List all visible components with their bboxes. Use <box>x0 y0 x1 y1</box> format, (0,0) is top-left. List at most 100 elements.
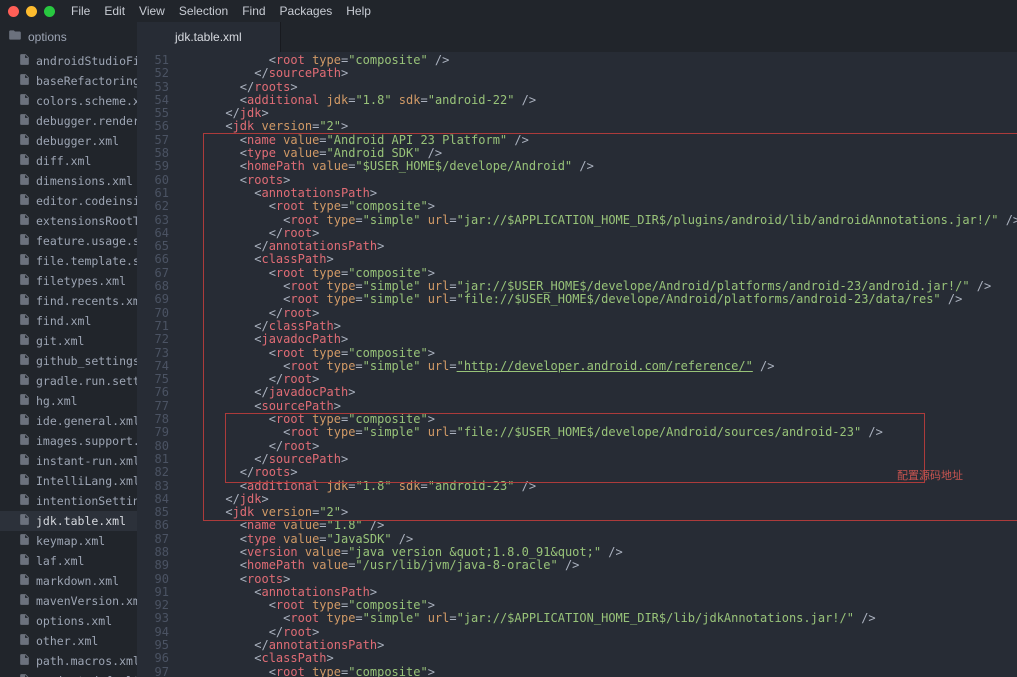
code-line[interactable]: <additional jdk="1.8" sdk="android-23" /… <box>177 480 1017 493</box>
code-line[interactable]: </javadocPath> <box>177 386 1017 399</box>
code-line[interactable]: <root type="simple" url="http://develope… <box>177 360 1017 373</box>
file-item[interactable]: images.support.xml <box>0 431 137 451</box>
file-item[interactable]: androidStudioFirstRun.x <box>0 51 137 71</box>
menu-find[interactable]: Find <box>242 4 265 18</box>
code-line[interactable]: </jdk> <box>177 493 1017 506</box>
file-item[interactable]: laf.xml <box>0 551 137 571</box>
maximize-window-button[interactable] <box>44 6 55 17</box>
file-label: diff.xml <box>36 154 91 168</box>
file-item[interactable]: github_settings.xml <box>0 351 137 371</box>
file-item[interactable]: jdk.table.xml <box>0 511 137 531</box>
line-number: 83 <box>137 480 169 493</box>
code-line[interactable]: <classPath> <box>177 253 1017 266</box>
file-item[interactable]: options.xml <box>0 611 137 631</box>
code-line[interactable]: <root type="simple" url="file://$USER_HO… <box>177 426 1017 439</box>
file-item[interactable]: intentionSettings.xml <box>0 491 137 511</box>
code-line[interactable]: </root> <box>177 307 1017 320</box>
code-line[interactable]: <type value="Android SDK" /> <box>177 147 1017 160</box>
menu-file[interactable]: File <box>71 4 90 18</box>
close-window-button[interactable] <box>8 6 19 17</box>
code-line[interactable]: </root> <box>177 440 1017 453</box>
file-item[interactable]: file.template.settings.xr <box>0 251 137 271</box>
code-line[interactable]: </root> <box>177 626 1017 639</box>
file-item[interactable]: diff.xml <box>0 151 137 171</box>
menu-selection[interactable]: Selection <box>179 4 228 18</box>
file-item[interactable]: hg.xml <box>0 391 137 411</box>
menu-edit[interactable]: Edit <box>104 4 125 18</box>
code-line[interactable]: </classPath> <box>177 320 1017 333</box>
file-item[interactable]: ide.general.xml <box>0 411 137 431</box>
file-item[interactable]: keymap.xml <box>0 531 137 551</box>
code-line[interactable]: </annotationsPath> <box>177 639 1017 652</box>
code-line[interactable]: <homePath value="/usr/lib/jvm/java-8-ora… <box>177 559 1017 572</box>
file-item[interactable]: feature.usage.statistics. <box>0 231 137 251</box>
file-item[interactable]: extensionsRootType.xm <box>0 211 137 231</box>
file-item[interactable]: mavenVersion.xml <box>0 591 137 611</box>
menu-packages[interactable]: Packages <box>280 4 333 18</box>
code-line[interactable]: <homePath value="$USER_HOME$/develope/An… <box>177 160 1017 173</box>
line-number: 78 <box>137 413 169 426</box>
code-line[interactable]: <version value="java version &quot;1.8.0… <box>177 546 1017 559</box>
line-number: 96 <box>137 652 169 665</box>
code-line[interactable]: <root type="composite"> <box>177 200 1017 213</box>
file-item[interactable]: IntelliLang.xml <box>0 471 137 491</box>
file-list[interactable]: androidStudioFirstRun.xbaseRefactoring.x… <box>0 51 137 677</box>
code-line[interactable]: <annotationsPath> <box>177 187 1017 200</box>
tab-jdk-table[interactable]: jdk.table.xml <box>137 22 281 52</box>
file-item[interactable]: colors.scheme.xml <box>0 91 137 111</box>
file-item[interactable]: baseRefactoring.xml <box>0 71 137 91</box>
file-item[interactable]: dimensions.xml <box>0 171 137 191</box>
code-line[interactable]: <root type="simple" url="jar://$APPLICAT… <box>177 214 1017 227</box>
file-item[interactable]: find.recents.xml <box>0 291 137 311</box>
code-line[interactable]: </roots> <box>177 81 1017 94</box>
code-line[interactable]: <roots> <box>177 174 1017 187</box>
code-line[interactable]: </root> <box>177 373 1017 386</box>
code-line[interactable]: </sourcePath> <box>177 67 1017 80</box>
file-item[interactable]: debugger.renderers.xml <box>0 111 137 131</box>
menu-view[interactable]: View <box>139 4 165 18</box>
code-line[interactable]: <root type="simple" url="jar://$APPLICAT… <box>177 612 1017 625</box>
code-line[interactable]: </root> <box>177 227 1017 240</box>
file-item[interactable]: other.xml <box>0 631 137 651</box>
sidebar-root[interactable]: options <box>0 22 137 51</box>
code-line[interactable]: </jdk> <box>177 107 1017 120</box>
file-item[interactable]: find.xml <box>0 311 137 331</box>
menu-help[interactable]: Help <box>346 4 371 18</box>
file-item[interactable]: editor.codeinsight.xml <box>0 191 137 211</box>
code-line[interactable]: <root type="composite"> <box>177 666 1017 677</box>
file-item[interactable]: filetypes.xml <box>0 271 137 291</box>
code-line[interactable]: <root type="composite"> <box>177 267 1017 280</box>
code-line[interactable]: <name value="Android API 23 Platform" /> <box>177 134 1017 147</box>
file-item[interactable]: git.xml <box>0 331 137 351</box>
code-line[interactable]: <annotationsPath> <box>177 586 1017 599</box>
code-line[interactable]: <classPath> <box>177 652 1017 665</box>
code-line[interactable]: <additional jdk="1.8" sdk="android-22" /… <box>177 94 1017 107</box>
code-line[interactable]: </annotationsPath> <box>177 240 1017 253</box>
file-item[interactable]: project.default.xml <box>0 671 137 677</box>
line-number: 71 <box>137 320 169 333</box>
code-line[interactable]: <root type="composite"> <box>177 599 1017 612</box>
code-line[interactable]: <type value="JavaSDK" /> <box>177 533 1017 546</box>
code-line[interactable]: <root type="composite"> <box>177 413 1017 426</box>
code-line[interactable]: </roots> <box>177 466 1017 479</box>
code-editor[interactable]: 5152535455565758596061626364656667686970… <box>137 52 1017 677</box>
file-item[interactable]: debugger.xml <box>0 131 137 151</box>
code-line[interactable]: <name value="1.8" /> <box>177 519 1017 532</box>
code-line[interactable]: <jdk version="2"> <box>177 120 1017 133</box>
file-icon <box>18 73 31 89</box>
code-line[interactable]: <sourcePath> <box>177 400 1017 413</box>
code-line[interactable]: <jdk version="2"> <box>177 506 1017 519</box>
file-item[interactable]: instant-run.xml <box>0 451 137 471</box>
file-item[interactable]: markdown.xml <box>0 571 137 591</box>
code-line[interactable]: <roots> <box>177 573 1017 586</box>
code-line[interactable]: </sourcePath> <box>177 453 1017 466</box>
code-line[interactable]: <javadocPath> <box>177 333 1017 346</box>
minimize-window-button[interactable] <box>26 6 37 17</box>
code-line[interactable]: <root type="composite" /> <box>177 54 1017 67</box>
file-item[interactable]: gradle.run.settings.xml <box>0 371 137 391</box>
code-line[interactable]: <root type="simple" url="file://$USER_HO… <box>177 293 1017 306</box>
code-line[interactable]: <root type="simple" url="jar://$USER_HOM… <box>177 280 1017 293</box>
code-line[interactable]: <root type="composite"> <box>177 347 1017 360</box>
code-content[interactable]: 配置源码地址 <root type="composite" /> </sourc… <box>177 52 1017 677</box>
file-item[interactable]: path.macros.xml <box>0 651 137 671</box>
